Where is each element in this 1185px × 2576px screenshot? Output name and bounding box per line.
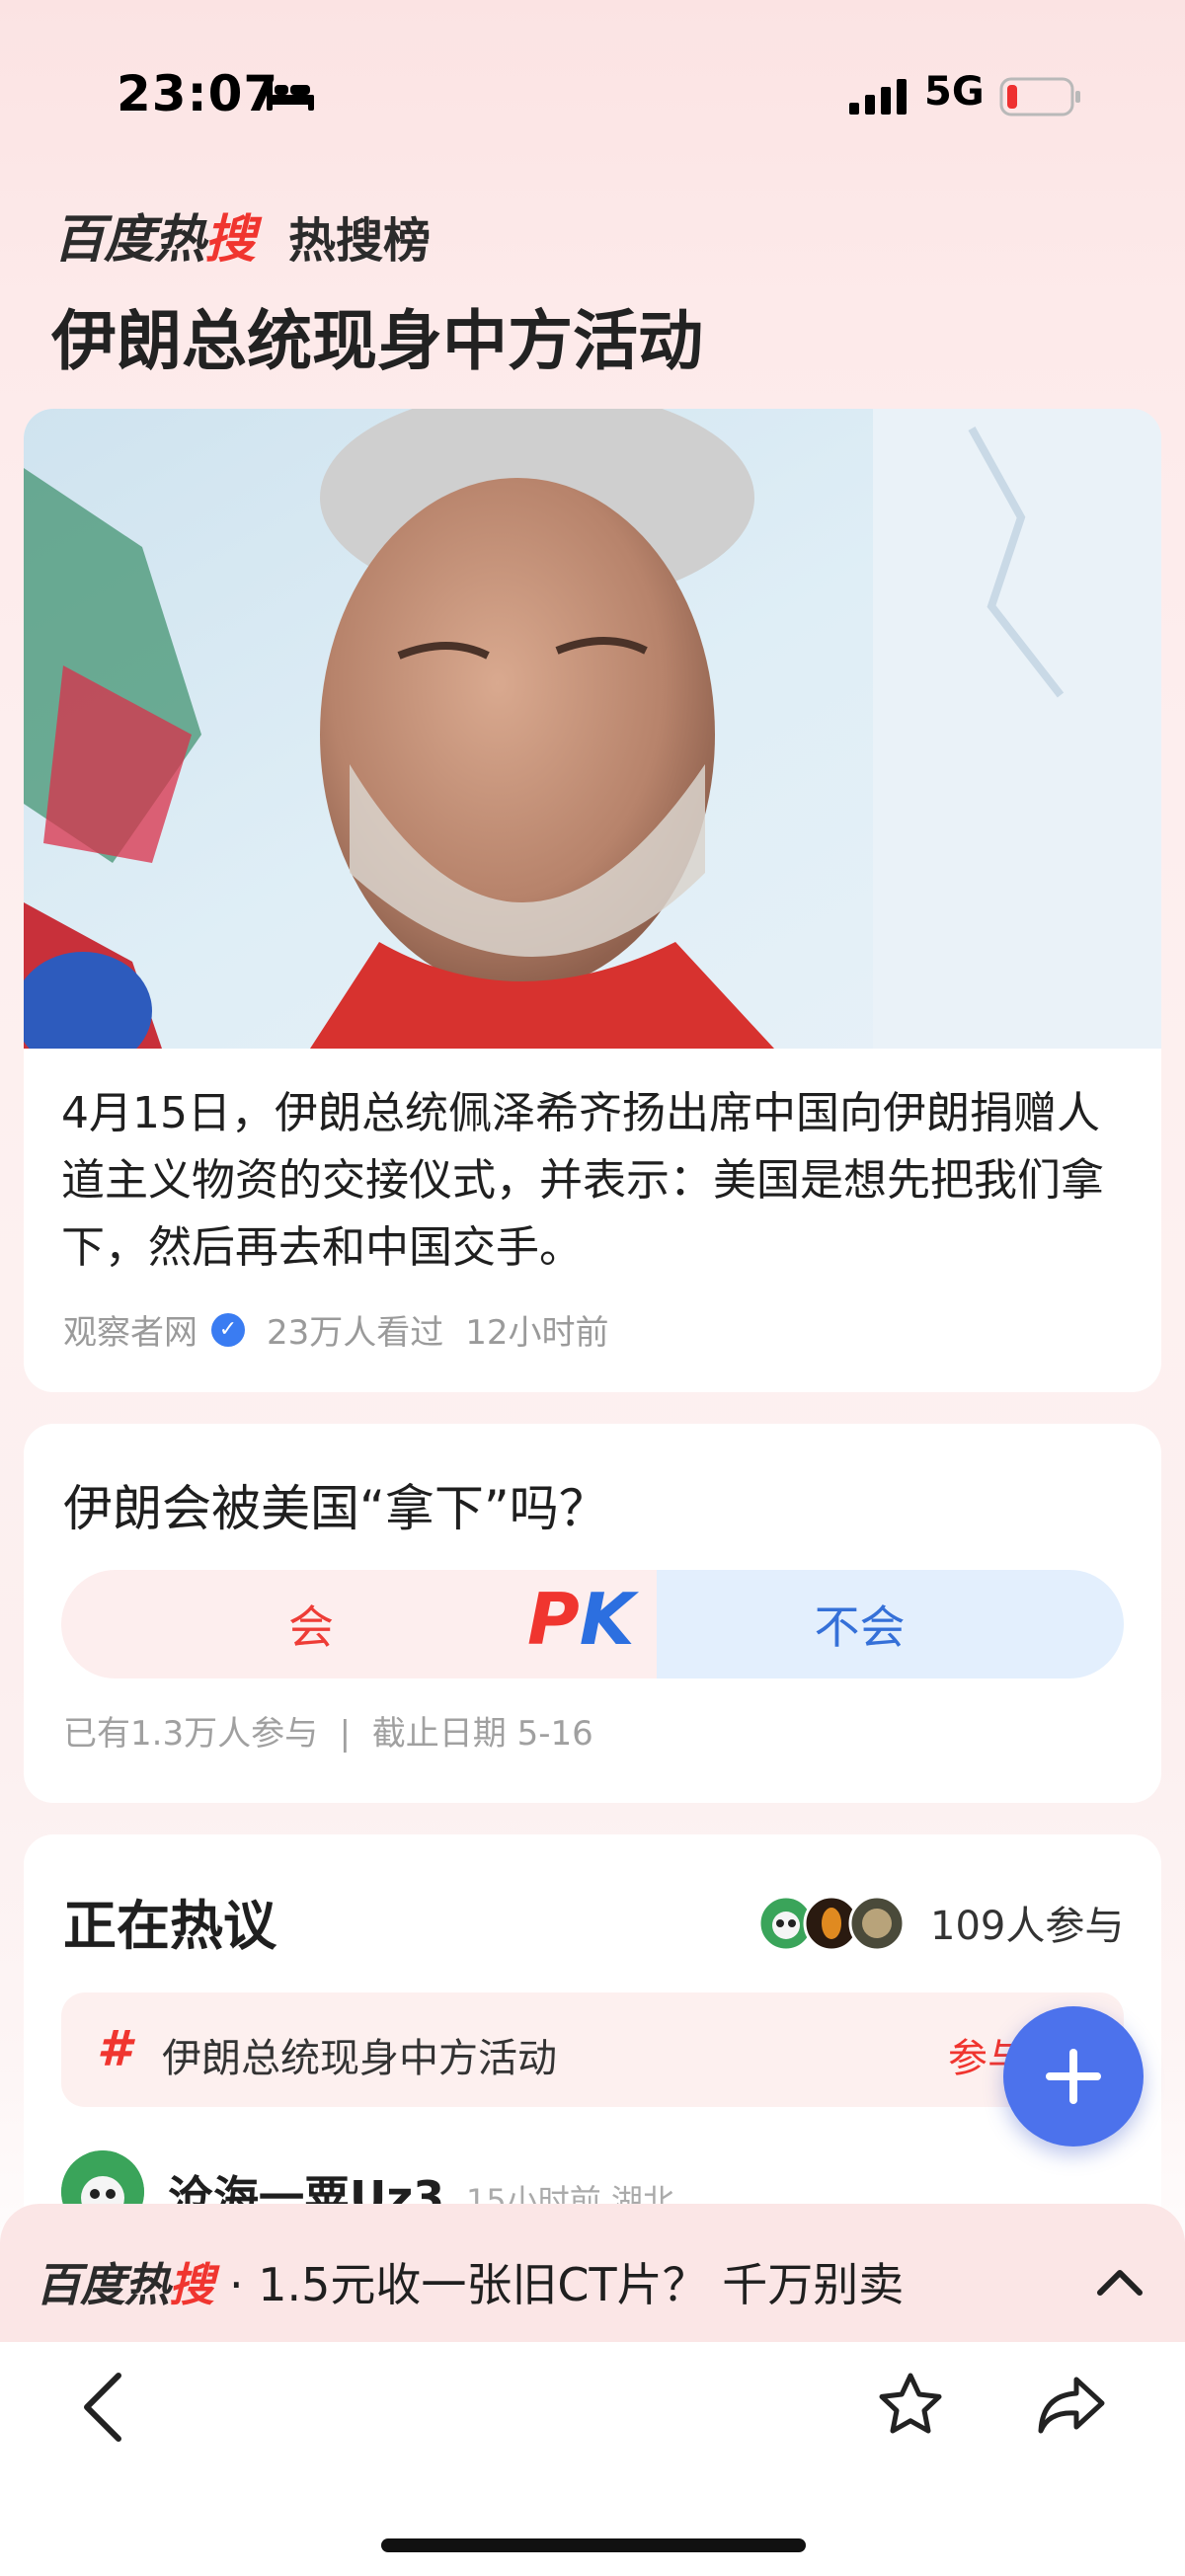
- hot-search-board-label[interactable]: 热搜榜: [288, 201, 431, 271]
- add-button[interactable]: [1003, 2006, 1144, 2147]
- home-indicator[interactable]: [381, 2538, 806, 2552]
- discussion-title: 正在热议: [63, 1895, 276, 1957]
- plus-icon: [1046, 2049, 1101, 2104]
- news-card[interactable]: 4月15日，伊朗总统佩泽希齐扬出席中国向伊朗捐赠人道主义物资的交接仪式，并表示：…: [24, 409, 1161, 1392]
- signal-icon: [849, 79, 907, 115]
- topic-label: 伊朗总统现身中方活动: [162, 2036, 557, 2081]
- pk-badge: PK: [527, 1578, 635, 1661]
- poll-info: 已有1.3万人参与 | 截止日期 5-16: [63, 1714, 593, 1754]
- news-summary[interactable]: 4月15日，伊朗总统佩泽希齐扬出席中国向伊朗捐赠人道主义物资的交接仪式，并表示：…: [61, 1080, 1128, 1282]
- battery-icon: [999, 77, 1080, 117]
- bottom-brand-logo: 百度热搜: [36, 2258, 214, 2311]
- vote-no-button[interactable]: 不会: [656, 1570, 1124, 1678]
- page-title: 伊朗总统现身中方活动: [51, 303, 703, 379]
- share-icon[interactable]: [1035, 2374, 1108, 2437]
- bed-icon: [267, 79, 314, 111]
- vote-no-label: 不会: [814, 1600, 906, 1654]
- chevron-up-icon[interactable]: [1090, 2261, 1149, 2301]
- vote-yes-label: 会: [288, 1600, 334, 1654]
- back-icon[interactable]: [75, 2370, 134, 2445]
- news-meta: 观察者网 ✓ 23万人看过 12小时前: [63, 1305, 609, 1354]
- news-photo[interactable]: [24, 409, 1161, 1049]
- verified-icon: ✓: [211, 1312, 245, 1347]
- news-time: 12小时前: [465, 1313, 609, 1353]
- bottom-news-text[interactable]: · 1.5元收一张旧CT片？ 千万别卖: [229, 2249, 904, 2314]
- poll-question: 伊朗会被美国“拿下”吗？: [63, 1480, 608, 1537]
- network-label: 5G: [924, 69, 985, 115]
- baidu-hot-search-logo: 百度热搜: [53, 210, 256, 270]
- pk-poll-card: 伊朗会被美国“拿下”吗？ 会 不会 PK 已有1.3万人参与 | 截止日期 5-…: [24, 1424, 1161, 1803]
- participant-avatars: [757, 1895, 906, 1952]
- news-views: 23万人看过: [267, 1313, 444, 1353]
- participant-count: 109人参与: [930, 1904, 1125, 1949]
- status-time: 23:07: [117, 65, 279, 122]
- hashtag-icon: #: [97, 2020, 131, 2077]
- star-icon[interactable]: [875, 2370, 946, 2441]
- news-source[interactable]: 观察者网: [63, 1305, 198, 1354]
- topic-row[interactable]: # 伊朗总统现身中方活动 参与: [61, 1992, 1124, 2107]
